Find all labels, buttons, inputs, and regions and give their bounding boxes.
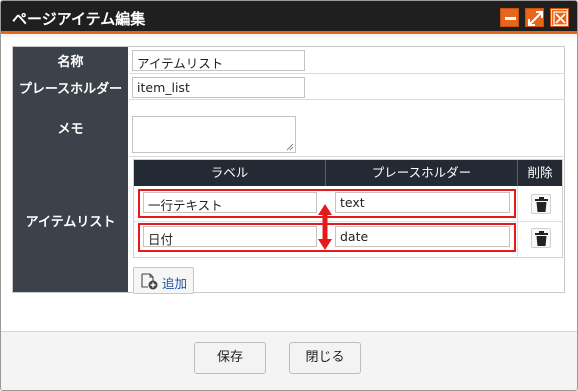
item-row-divider: [134, 221, 562, 222]
placeholder-label: プレースホルダー: [18, 82, 123, 97]
close-window-button[interactable]: [550, 8, 569, 27]
items-table: ラベル プレースホルダー 削除 一行テキスト text 日付 date: [133, 159, 563, 258]
item-placeholder-input[interactable]: text: [335, 192, 510, 213]
add-item-label: 追加: [162, 276, 188, 291]
trash-icon: [535, 197, 548, 212]
row-divider: [129, 99, 565, 100]
close-icon: [553, 11, 568, 26]
add-page-icon: [141, 273, 158, 290]
dialog-titlebar[interactable]: ページアイテム編集: [1, 1, 577, 34]
maximize-button[interactable]: [525, 8, 544, 27]
dialog-title: ページアイテム編集: [12, 10, 146, 28]
dialog-content: 名称 プレースホルダー メモ アイテムリスト アイテムリスト item_list…: [1, 37, 577, 332]
delete-row-button[interactable]: [531, 194, 551, 214]
form-table: 名称 プレースホルダー メモ アイテムリスト アイテムリスト item_list…: [12, 46, 565, 294]
item-label-input[interactable]: 一行テキスト: [143, 192, 317, 213]
minimize-icon: [505, 17, 516, 20]
footer-divider: [1, 331, 577, 332]
item-list-label: アイテムリスト: [25, 215, 116, 230]
save-button[interactable]: 保存: [194, 342, 266, 374]
column-header-label: ラベル: [210, 165, 249, 180]
column-header-placeholder: プレースホルダー: [371, 165, 472, 180]
row-divider: [129, 73, 565, 74]
name-label: 名称: [57, 55, 84, 70]
maximize-icon: [528, 11, 543, 26]
name-input[interactable]: アイテムリスト: [132, 50, 305, 71]
column-header-delete: 削除: [527, 165, 553, 180]
memo-textarea[interactable]: [132, 116, 296, 153]
minimize-button[interactable]: [500, 8, 519, 27]
item-label-input[interactable]: 日付: [143, 226, 317, 247]
resize-grip-icon[interactable]: [286, 143, 294, 151]
items-table-header: ラベル プレースホルダー 削除: [134, 160, 562, 186]
delete-row-button[interactable]: [531, 228, 551, 248]
swap-arrow-icon: [318, 204, 332, 250]
memo-label: メモ: [57, 122, 84, 137]
row-divider: [129, 156, 565, 157]
add-item-button[interactable]: 追加: [133, 267, 194, 294]
trash-icon: [535, 231, 548, 246]
item-placeholder-input[interactable]: date: [335, 226, 510, 247]
placeholder-input[interactable]: item_list: [132, 77, 305, 98]
page-item-edit-dialog: ページアイテム編集 名称 プレースホルダー メモ アイテムリスト アイテムリスト…: [0, 0, 578, 391]
close-button[interactable]: 閉じる: [289, 342, 361, 374]
